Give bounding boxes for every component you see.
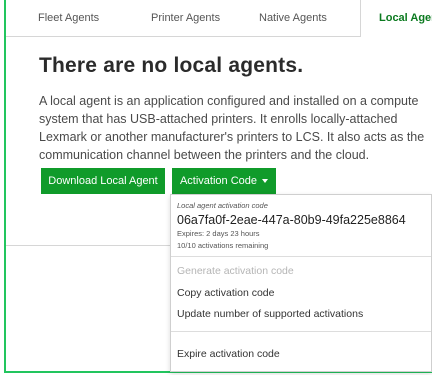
highlight-frame-left <box>4 0 6 372</box>
activation-button-label: Activation Code <box>179 175 258 187</box>
activations-remaining: 10/10 activations remaining <box>177 241 269 250</box>
activation-code-label: Local agent activation code <box>177 201 268 210</box>
description-line: A local agent is an application configur… <box>39 94 419 108</box>
description-line: system that has USB-attached printers. I… <box>39 112 398 126</box>
menu-item-generate-code: Generate activation code <box>177 265 294 277</box>
download-local-agent-button[interactable]: Download Local Agent <box>41 168 165 194</box>
activation-code-value: 06a7fa0f-2eae-447a-80b9-49fa225e8864 <box>177 213 406 227</box>
description: A local agent is an application configur… <box>39 92 432 164</box>
activation-code-info: Local agent activation code 06a7fa0f-2ea… <box>177 201 406 251</box>
tab-printer-agents[interactable]: Printer Agents <box>151 0 220 36</box>
download-button-label: Download Local Agent <box>48 175 158 187</box>
menu-item-update-activations[interactable]: Update number of supported activations <box>177 308 363 320</box>
chevron-down-icon <box>262 179 269 184</box>
activation-code-expires: Expires: 2 days 23 hours <box>177 229 260 238</box>
description-line: Lexmark or another manufacturer's printe… <box>39 130 425 144</box>
agent-tabs: Fleet Agents Printer Agents Native Agent… <box>6 0 432 37</box>
tab-fleet-agents[interactable]: Fleet Agents <box>38 0 99 36</box>
page-title: There are no local agents. <box>39 54 304 77</box>
activation-code-button[interactable]: Activation Code <box>172 168 276 194</box>
tab-native-agents[interactable]: Native Agents <box>259 0 327 36</box>
menu-item-expire-code[interactable]: Expire activation code <box>177 348 280 360</box>
activation-code-menu: Local agent activation code 06a7fa0f-2ea… <box>170 194 432 372</box>
description-line: communication channel between the printe… <box>39 148 370 162</box>
menu-separator <box>171 256 431 257</box>
menu-item-copy-code[interactable]: Copy activation code <box>177 287 274 299</box>
menu-separator <box>171 331 431 332</box>
tab-local-agents[interactable]: Local Agen <box>360 0 432 37</box>
